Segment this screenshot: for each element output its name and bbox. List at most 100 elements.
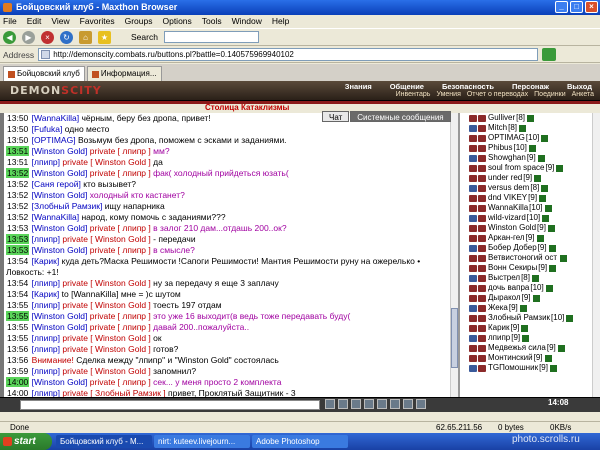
- message-time[interactable]: 13:53: [6, 223, 29, 233]
- info-icon[interactable]: [544, 354, 552, 362]
- user-name[interactable]: лпипр: [488, 333, 510, 343]
- users-scrollbar[interactable]: [592, 113, 600, 397]
- user-list-item[interactable]: Злобный Рамзик [10]: [460, 313, 600, 323]
- game-nav-item[interactable]: Безопасность: [442, 82, 494, 91]
- game-nav-item[interactable]: Общение: [390, 82, 424, 91]
- game-subnav-item[interactable]: Инвентарь: [396, 91, 431, 98]
- user-name[interactable]: under red: [488, 173, 522, 183]
- private-target[interactable]: [ Злобный Рамзик ]: [90, 388, 165, 397]
- user-list-item[interactable]: Дыракол [9]: [460, 293, 600, 303]
- clear-button[interactable]: [338, 399, 348, 409]
- menu-item-edit[interactable]: Edit: [27, 15, 42, 28]
- message-nick[interactable]: [Злобный Рамзик]: [32, 201, 103, 211]
- user-list-item[interactable]: Ветвистоногий ост: [460, 253, 600, 263]
- message-time[interactable]: 14:00: [6, 377, 30, 387]
- message-time[interactable]: 13:52: [6, 201, 29, 211]
- user-name[interactable]: WannaKilla: [488, 203, 528, 213]
- menu-item-groups[interactable]: Groups: [125, 15, 153, 28]
- user-list-item[interactable]: TGПомошник [9]: [460, 363, 600, 373]
- minimize-button[interactable]: _: [555, 1, 568, 13]
- user-name[interactable]: OPTIMAG: [488, 133, 525, 143]
- address-input[interactable]: http://demonscity.combats.ru/buttons.pl?…: [38, 48, 539, 61]
- game-subnav-item[interactable]: Анкета: [572, 91, 594, 98]
- message-nick[interactable]: [Winston Gold]: [32, 168, 88, 178]
- home-icon[interactable]: ⌂: [79, 30, 92, 44]
- private-target[interactable]: [ Winston Gold ]: [90, 333, 150, 343]
- private-target[interactable]: [ Winston Gold ]: [90, 366, 150, 376]
- user-list-item[interactable]: Mitch [8]: [460, 123, 600, 133]
- message-nick[interactable]: [лпипр]: [32, 300, 60, 310]
- private-target[interactable]: [ Winston Gold ]: [90, 157, 150, 167]
- message-time[interactable]: 13:52: [6, 179, 29, 189]
- user-name[interactable]: Выстрел: [488, 273, 520, 283]
- forward-icon[interactable]: ▶: [22, 30, 35, 44]
- user-list-item[interactable]: Выстрел [8]: [460, 273, 600, 283]
- taskbar-item[interactable]: Бойцовский клуб - M...: [56, 435, 152, 448]
- message-time[interactable]: 13:54: [6, 289, 29, 299]
- private-target[interactable]: [ лпипр ]: [118, 245, 151, 255]
- user-list-item[interactable]: Winston Gold [9]: [460, 223, 600, 233]
- info-icon[interactable]: [542, 214, 550, 222]
- info-icon[interactable]: [519, 304, 527, 312]
- message-time[interactable]: 13:52: [6, 190, 29, 200]
- user-name[interactable]: Аркан-гел: [488, 233, 525, 243]
- user-list-item[interactable]: Аркан-гел [9]: [460, 233, 600, 243]
- menu-item-tools[interactable]: Tools: [202, 15, 222, 28]
- taskbar-item[interactable]: Adobe Photoshop: [252, 435, 348, 448]
- private-target[interactable]: [ Winston Gold ]: [90, 300, 150, 310]
- user-list-item[interactable]: Бобер Добер [9]: [460, 243, 600, 253]
- info-icon[interactable]: [547, 224, 555, 232]
- tab-system-messages[interactable]: Системные сообщения: [350, 111, 451, 122]
- message-nick[interactable]: [WannaKilla]: [32, 113, 79, 123]
- user-list-item[interactable]: versus dem [8]: [460, 183, 600, 193]
- user-name[interactable]: Showghan: [488, 153, 526, 163]
- send-button[interactable]: [325, 399, 335, 409]
- user-list-item[interactable]: wild-vizard [10]: [460, 213, 600, 223]
- message-time[interactable]: 13:56: [6, 355, 29, 365]
- stop-icon[interactable]: ×: [41, 30, 54, 44]
- message-time[interactable]: 13:55: [6, 300, 29, 310]
- refresh-icon[interactable]: ↻: [60, 30, 73, 44]
- user-name[interactable]: Gulliver: [488, 113, 515, 123]
- message-time[interactable]: 13:52: [6, 168, 30, 178]
- info-icon[interactable]: [541, 134, 549, 142]
- user-list-item[interactable]: Showghan [9]: [460, 153, 600, 163]
- message-nick[interactable]: [Карик]: [32, 289, 60, 299]
- message-nick[interactable]: [лпипр]: [32, 333, 60, 343]
- user-list-item[interactable]: WannaKilla [10]: [460, 203, 600, 213]
- go-button[interactable]: [542, 48, 557, 61]
- message-nick[interactable]: [WannaKilla]: [32, 212, 79, 222]
- message-time[interactable]: 13:55: [6, 333, 29, 343]
- message-time[interactable]: 13:55: [6, 311, 30, 321]
- maximize-button[interactable]: □: [570, 1, 583, 13]
- info-icon[interactable]: [548, 244, 556, 252]
- message-nick[interactable]: [Карик]: [32, 256, 60, 266]
- message-nick[interactable]: [OPTIMAG]: [32, 135, 76, 145]
- info-icon[interactable]: [537, 154, 545, 162]
- message-time[interactable]: 13:56: [6, 344, 29, 354]
- user-list-item[interactable]: Phibus [10]: [460, 143, 600, 153]
- message-nick[interactable]: [Winston Gold]: [32, 190, 88, 200]
- private-target[interactable]: [ Winston Gold ]: [90, 278, 150, 288]
- info-icon[interactable]: [541, 184, 549, 192]
- game-nav-item[interactable]: Выход: [567, 82, 592, 91]
- private-target[interactable]: [ лпипр ]: [118, 168, 151, 178]
- user-list-item[interactable]: OPTIMAG [10]: [460, 133, 600, 143]
- user-name[interactable]: dnd VIKEY: [488, 193, 527, 203]
- info-icon[interactable]: [559, 254, 567, 262]
- user-name[interactable]: Бобер Добер: [488, 243, 537, 253]
- info-icon[interactable]: [545, 284, 553, 292]
- sound-button[interactable]: [403, 399, 413, 409]
- close-button[interactable]: ×: [585, 1, 598, 13]
- user-name[interactable]: Злобный Рамзик: [488, 313, 550, 323]
- message-nick[interactable]: [лпипр]: [32, 234, 60, 244]
- user-name[interactable]: Mitch: [488, 123, 507, 133]
- message-time[interactable]: 13:55: [6, 322, 29, 332]
- message-time[interactable]: 13:51: [6, 157, 29, 167]
- info-icon[interactable]: [566, 314, 574, 322]
- private-target[interactable]: [ лпипр ]: [118, 146, 151, 156]
- message-nick[interactable]: [лпипр]: [32, 366, 60, 376]
- private-target[interactable]: [ лпипр ]: [118, 322, 151, 332]
- message-time[interactable]: 13:53: [6, 245, 30, 255]
- menu-item-view[interactable]: View: [51, 15, 69, 28]
